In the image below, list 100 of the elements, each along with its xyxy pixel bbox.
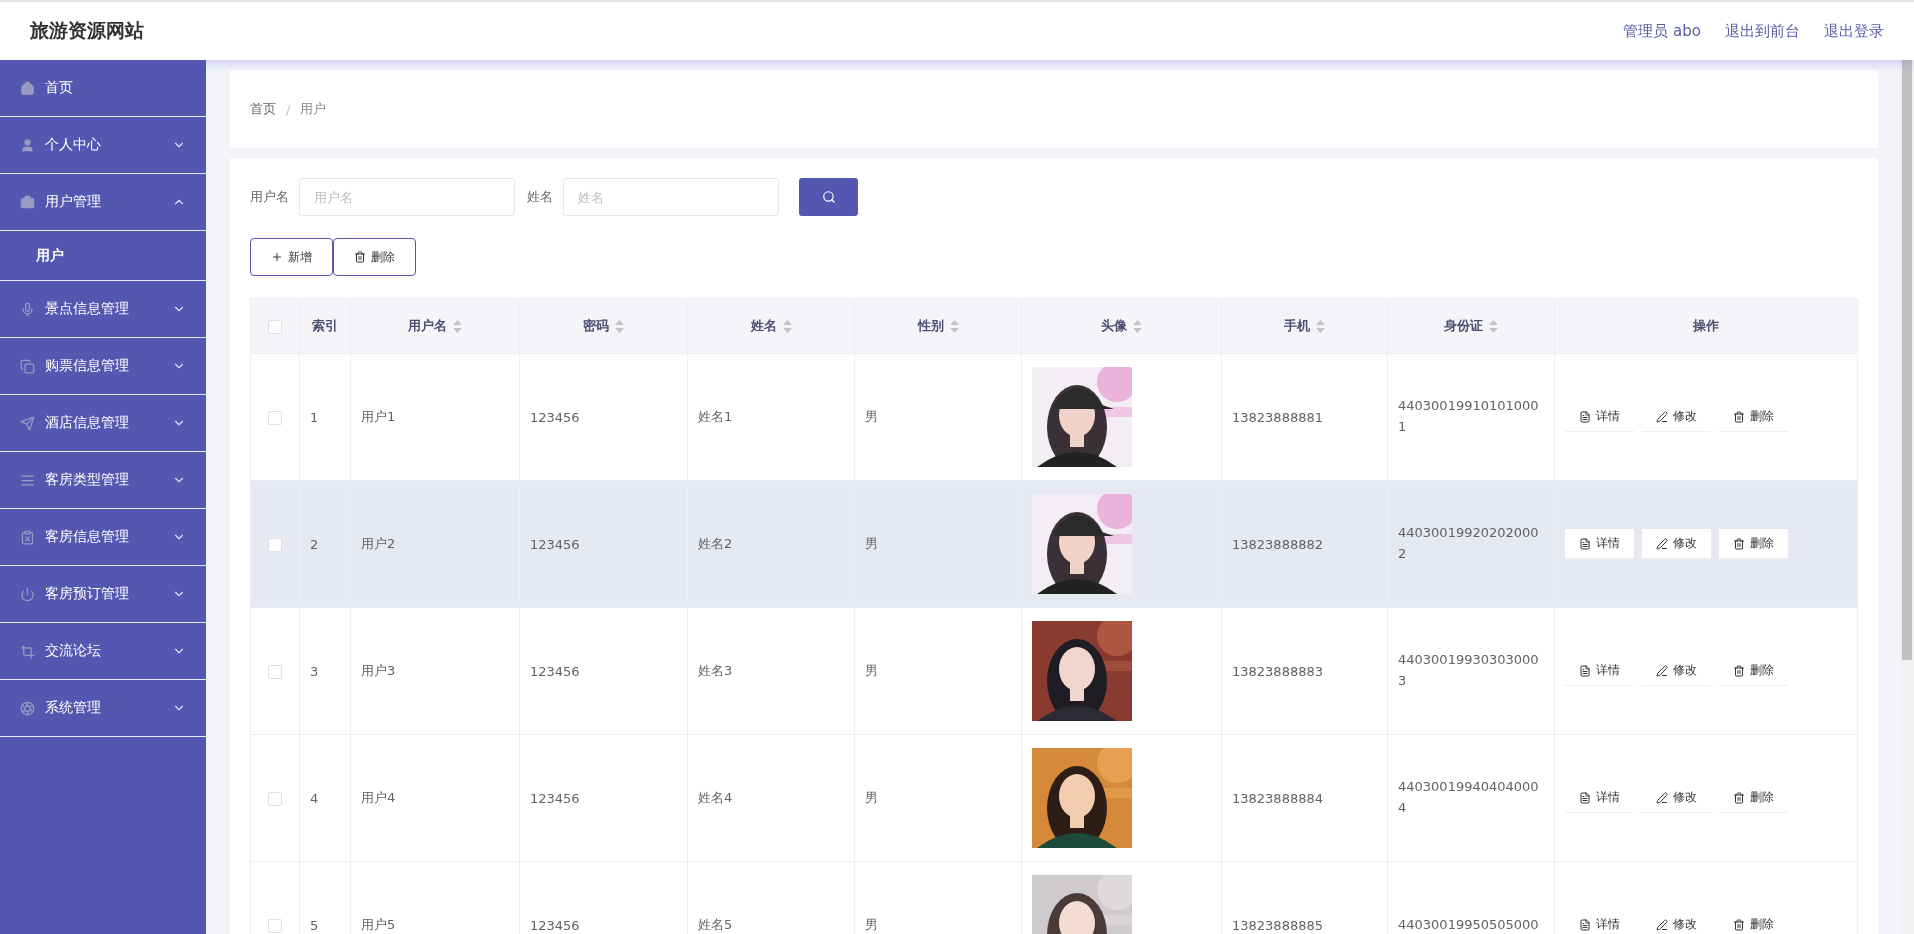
sort-icon[interactable]: [1489, 319, 1498, 333]
sort-icon[interactable]: [782, 319, 792, 333]
table-cell: 姓名1: [698, 409, 733, 424]
breadcrumb-item[interactable]: 用户: [300, 100, 327, 118]
table-cell: 123456: [530, 917, 580, 933]
checkbox[interactable]: [268, 319, 282, 334]
table-cell: 男: [865, 917, 878, 932]
menu-icon: [20, 80, 35, 96]
table-cell: 男: [865, 663, 878, 678]
header-link[interactable]: 退出到前台: [1725, 21, 1800, 41]
table-cell-text: 440300199101010001: [1398, 397, 1540, 436]
column-header: 索引: [312, 317, 338, 335]
table-cell: 13823888881: [1232, 409, 1323, 425]
pen-icon: [1656, 664, 1668, 677]
search-icon: [821, 190, 836, 204]
table-cell: 13823888884: [1232, 790, 1323, 806]
delete-button[interactable]: 删除: [333, 238, 416, 276]
table-cell: 13823888883: [1232, 663, 1323, 679]
menu-icon: [20, 529, 35, 545]
table-cell: 用户5: [361, 917, 396, 932]
search-button[interactable]: [799, 178, 858, 216]
trash-icon: [1733, 537, 1745, 550]
table-cell-text: 440300199202020002: [1398, 524, 1540, 563]
document-icon: [1579, 410, 1591, 423]
table-cell-text: 440300199404040004: [1398, 778, 1540, 817]
menu-icon: [20, 137, 35, 153]
filter-label: 用户名: [250, 188, 289, 206]
column-header: 密码: [583, 317, 609, 335]
plus-icon: [271, 251, 283, 263]
trash-icon: [1733, 410, 1745, 423]
table-row[interactable]: 4 用户4 123456 姓名4 男 13823888884 440300199404040004 详情 修改 删除: [250, 734, 1858, 862]
column-header: 性别: [917, 317, 944, 335]
checkbox[interactable]: [268, 410, 282, 425]
column-header: 头像: [1101, 317, 1127, 335]
table-cell: 男: [865, 536, 878, 551]
table-row[interactable]: 5 用户5 123456 姓名5 男 13823888885 44030019950505000 详情 修改 删除: [250, 861, 1858, 934]
menu-icon: [20, 472, 35, 488]
search-field[interactable]: 用户名: [299, 178, 515, 216]
trash-icon: [1733, 918, 1745, 931]
sort-icon[interactable]: [1133, 319, 1142, 333]
table-cell: 123456: [530, 409, 580, 425]
menu-icon: [20, 194, 35, 210]
menu-icon: [20, 643, 35, 659]
pen-icon: [1656, 918, 1668, 931]
table-cell: 男: [865, 409, 878, 424]
table-row[interactable]: 1 用户1 123456 姓名1 男 13823888881 440300199101010001 详情 修改 删除: [250, 353, 1858, 481]
table-cell: 用户3: [361, 663, 396, 678]
delete-button[interactable]: 删除: [1719, 529, 1788, 559]
sort-icon[interactable]: [453, 319, 462, 333]
table-cell: 用户2: [361, 536, 396, 551]
table-cell: 用户4: [361, 790, 396, 805]
document-icon: [1579, 537, 1591, 550]
table-cell: 1: [310, 409, 319, 425]
header-link[interactable]: 管理员 abo: [1623, 21, 1701, 41]
table-cell: 姓名5: [698, 917, 733, 932]
table-cell: 5: [310, 917, 319, 933]
site-title: 旅游资源网站: [30, 18, 144, 43]
sort-icon[interactable]: [615, 319, 624, 333]
checkbox[interactable]: [268, 664, 282, 679]
document-icon: [1579, 791, 1591, 804]
table-cell: 13823888885: [1232, 917, 1323, 933]
checkbox[interactable]: [268, 918, 282, 933]
sort-icon[interactable]: [1316, 319, 1325, 333]
table-cell-text: 44030019950505000: [1398, 915, 1540, 934]
table-cell: 姓名3: [698, 663, 733, 678]
table-cell: 3: [310, 663, 319, 679]
breadcrumb-item[interactable]: 首页: [250, 100, 276, 118]
table-cell: 2: [310, 536, 319, 552]
checkbox[interactable]: [268, 537, 282, 552]
column-header: 姓名: [750, 317, 777, 335]
checkbox[interactable]: [268, 791, 282, 806]
table-cell-text: 440300199303030003: [1398, 651, 1540, 690]
add-button[interactable]: 新增: [250, 238, 333, 276]
menu-icon: [20, 415, 35, 431]
table-cell: 4: [310, 790, 319, 806]
trash-icon: [1733, 664, 1745, 677]
column-header: 用户名: [408, 317, 447, 335]
pen-icon: [1656, 537, 1668, 550]
table-row[interactable]: 3 用户3 123456 姓名3 男 13823888883 440300199303030003 详情 修改 删除: [250, 607, 1858, 735]
table-cell: 123456: [530, 790, 580, 806]
trash-icon: [1733, 791, 1745, 804]
table-cell: 姓名2: [698, 536, 733, 551]
edit-button[interactable]: 修改: [1642, 529, 1711, 559]
menu-icon: [20, 358, 35, 374]
header-link[interactable]: 退出登录: [1824, 21, 1884, 41]
breadcrumb-separator: /: [286, 101, 291, 117]
search-field[interactable]: 姓名: [563, 178, 779, 216]
pen-icon: [1656, 791, 1668, 804]
pen-icon: [1656, 410, 1668, 423]
detail-button[interactable]: 详情: [1565, 529, 1634, 559]
table-row[interactable]: 2 用户2 123456 姓名2 男 13823888882 440300199202020002 详情 修改 删除: [250, 480, 1858, 608]
table-cell: 姓名4: [698, 790, 733, 805]
menu-icon: [20, 301, 35, 317]
table-cell: 男: [865, 790, 878, 805]
table-cell: 123456: [530, 536, 580, 552]
filter-label: 姓名: [527, 188, 553, 206]
document-icon: [1579, 918, 1591, 931]
sort-icon[interactable]: [949, 319, 959, 333]
trash-icon: [354, 251, 366, 263]
scrollbar[interactable]: [1902, 60, 1912, 660]
